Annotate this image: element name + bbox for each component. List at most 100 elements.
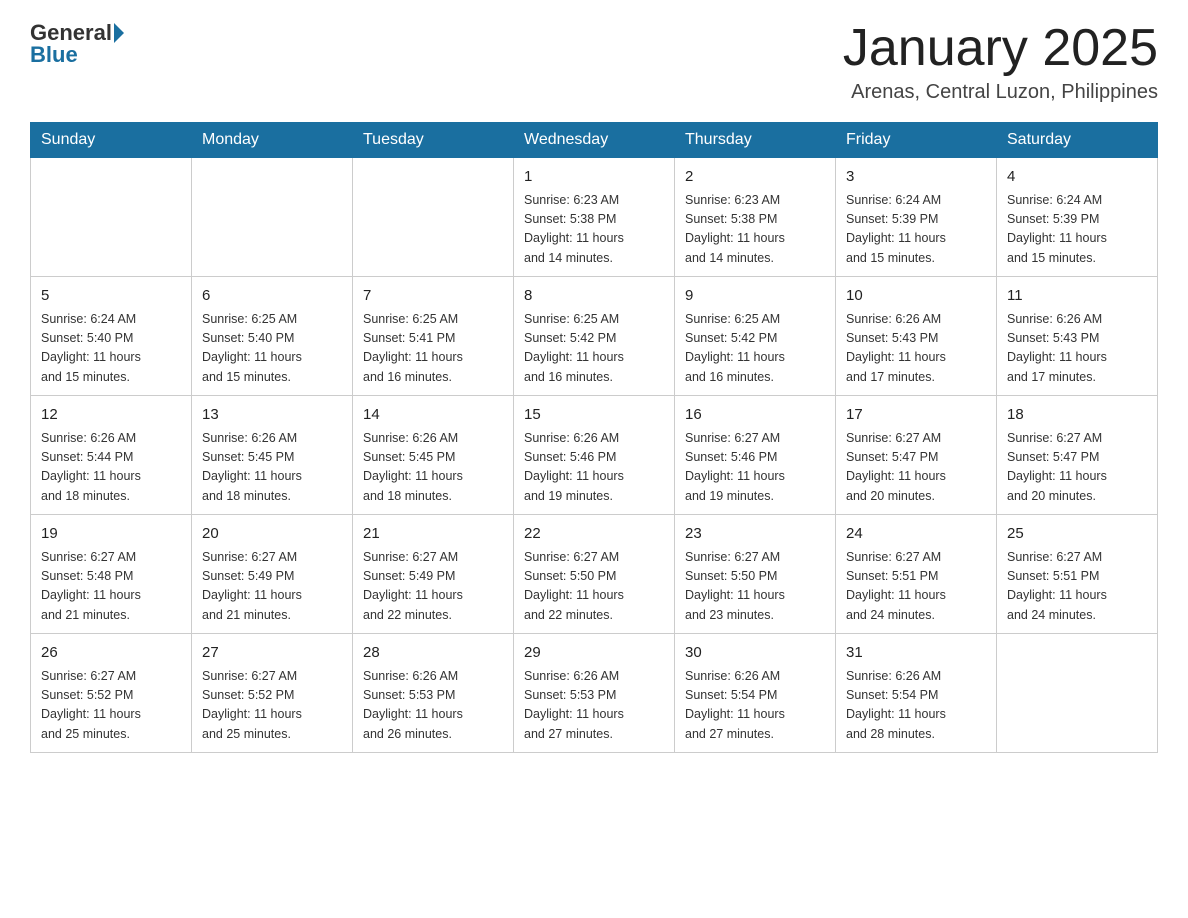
day-number: 16 bbox=[685, 404, 825, 427]
day-info: Sunrise: 6:26 AMSunset: 5:45 PMDaylight:… bbox=[202, 429, 342, 507]
day-number: 14 bbox=[363, 404, 503, 427]
calendar-cell: 15Sunrise: 6:26 AMSunset: 5:46 PMDayligh… bbox=[514, 396, 675, 515]
day-info: Sunrise: 6:27 AMSunset: 5:52 PMDaylight:… bbox=[202, 667, 342, 745]
calendar-cell bbox=[31, 158, 192, 277]
logo-arrow-icon bbox=[114, 23, 124, 43]
day-info: Sunrise: 6:26 AMSunset: 5:54 PMDaylight:… bbox=[846, 667, 986, 745]
calendar-cell bbox=[997, 634, 1158, 753]
calendar-cell: 7Sunrise: 6:25 AMSunset: 5:41 PMDaylight… bbox=[353, 277, 514, 396]
calendar-cell: 12Sunrise: 6:26 AMSunset: 5:44 PMDayligh… bbox=[31, 396, 192, 515]
day-number: 23 bbox=[685, 523, 825, 546]
calendar-cell: 9Sunrise: 6:25 AMSunset: 5:42 PMDaylight… bbox=[675, 277, 836, 396]
day-number: 24 bbox=[846, 523, 986, 546]
day-number: 30 bbox=[685, 642, 825, 665]
day-info: Sunrise: 6:25 AMSunset: 5:41 PMDaylight:… bbox=[363, 310, 503, 388]
day-info: Sunrise: 6:23 AMSunset: 5:38 PMDaylight:… bbox=[524, 191, 664, 269]
day-number: 20 bbox=[202, 523, 342, 546]
calendar-cell: 10Sunrise: 6:26 AMSunset: 5:43 PMDayligh… bbox=[836, 277, 997, 396]
calendar-cell: 1Sunrise: 6:23 AMSunset: 5:38 PMDaylight… bbox=[514, 158, 675, 277]
week-row-4: 19Sunrise: 6:27 AMSunset: 5:48 PMDayligh… bbox=[31, 515, 1158, 634]
day-number: 29 bbox=[524, 642, 664, 665]
day-info: Sunrise: 6:27 AMSunset: 5:49 PMDaylight:… bbox=[202, 548, 342, 626]
day-number: 7 bbox=[363, 285, 503, 308]
day-info: Sunrise: 6:24 AMSunset: 5:40 PMDaylight:… bbox=[41, 310, 181, 388]
location-title: Arenas, Central Luzon, Philippines bbox=[843, 81, 1158, 104]
day-info: Sunrise: 6:26 AMSunset: 5:46 PMDaylight:… bbox=[524, 429, 664, 507]
day-info: Sunrise: 6:27 AMSunset: 5:47 PMDaylight:… bbox=[1007, 429, 1147, 507]
calendar-cell bbox=[192, 158, 353, 277]
day-info: Sunrise: 6:26 AMSunset: 5:53 PMDaylight:… bbox=[363, 667, 503, 745]
day-info: Sunrise: 6:25 AMSunset: 5:42 PMDaylight:… bbox=[685, 310, 825, 388]
day-number: 13 bbox=[202, 404, 342, 427]
day-info: Sunrise: 6:26 AMSunset: 5:53 PMDaylight:… bbox=[524, 667, 664, 745]
weekday-header-thursday: Thursday bbox=[675, 123, 836, 158]
day-number: 15 bbox=[524, 404, 664, 427]
calendar-cell: 18Sunrise: 6:27 AMSunset: 5:47 PMDayligh… bbox=[997, 396, 1158, 515]
day-info: Sunrise: 6:27 AMSunset: 5:50 PMDaylight:… bbox=[524, 548, 664, 626]
calendar-cell: 13Sunrise: 6:26 AMSunset: 5:45 PMDayligh… bbox=[192, 396, 353, 515]
calendar-table: SundayMondayTuesdayWednesdayThursdayFrid… bbox=[30, 122, 1158, 753]
weekday-header-friday: Friday bbox=[836, 123, 997, 158]
day-number: 21 bbox=[363, 523, 503, 546]
weekday-header-saturday: Saturday bbox=[997, 123, 1158, 158]
day-number: 19 bbox=[41, 523, 181, 546]
calendar-cell: 2Sunrise: 6:23 AMSunset: 5:38 PMDaylight… bbox=[675, 158, 836, 277]
calendar-cell: 6Sunrise: 6:25 AMSunset: 5:40 PMDaylight… bbox=[192, 277, 353, 396]
day-number: 8 bbox=[524, 285, 664, 308]
day-info: Sunrise: 6:27 AMSunset: 5:49 PMDaylight:… bbox=[363, 548, 503, 626]
day-number: 2 bbox=[685, 166, 825, 189]
day-info: Sunrise: 6:27 AMSunset: 5:51 PMDaylight:… bbox=[846, 548, 986, 626]
week-row-2: 5Sunrise: 6:24 AMSunset: 5:40 PMDaylight… bbox=[31, 277, 1158, 396]
day-number: 12 bbox=[41, 404, 181, 427]
day-number: 4 bbox=[1007, 166, 1147, 189]
calendar-cell: 23Sunrise: 6:27 AMSunset: 5:50 PMDayligh… bbox=[675, 515, 836, 634]
weekday-header-row: SundayMondayTuesdayWednesdayThursdayFrid… bbox=[31, 123, 1158, 158]
weekday-header-wednesday: Wednesday bbox=[514, 123, 675, 158]
logo-blue-text: Blue bbox=[30, 42, 78, 68]
day-number: 10 bbox=[846, 285, 986, 308]
weekday-header-sunday: Sunday bbox=[31, 123, 192, 158]
calendar-cell: 31Sunrise: 6:26 AMSunset: 5:54 PMDayligh… bbox=[836, 634, 997, 753]
day-info: Sunrise: 6:26 AMSunset: 5:54 PMDaylight:… bbox=[685, 667, 825, 745]
title-block: January 2025 Arenas, Central Luzon, Phil… bbox=[843, 20, 1158, 104]
day-number: 18 bbox=[1007, 404, 1147, 427]
calendar-cell: 4Sunrise: 6:24 AMSunset: 5:39 PMDaylight… bbox=[997, 158, 1158, 277]
page-header: General Blue January 2025 Arenas, Centra… bbox=[30, 20, 1158, 104]
day-number: 3 bbox=[846, 166, 986, 189]
day-info: Sunrise: 6:26 AMSunset: 5:44 PMDaylight:… bbox=[41, 429, 181, 507]
calendar-cell: 20Sunrise: 6:27 AMSunset: 5:49 PMDayligh… bbox=[192, 515, 353, 634]
week-row-5: 26Sunrise: 6:27 AMSunset: 5:52 PMDayligh… bbox=[31, 634, 1158, 753]
day-info: Sunrise: 6:27 AMSunset: 5:46 PMDaylight:… bbox=[685, 429, 825, 507]
day-info: Sunrise: 6:25 AMSunset: 5:42 PMDaylight:… bbox=[524, 310, 664, 388]
calendar-cell: 25Sunrise: 6:27 AMSunset: 5:51 PMDayligh… bbox=[997, 515, 1158, 634]
day-info: Sunrise: 6:27 AMSunset: 5:48 PMDaylight:… bbox=[41, 548, 181, 626]
day-info: Sunrise: 6:25 AMSunset: 5:40 PMDaylight:… bbox=[202, 310, 342, 388]
calendar-cell bbox=[353, 158, 514, 277]
day-number: 1 bbox=[524, 166, 664, 189]
calendar-cell: 19Sunrise: 6:27 AMSunset: 5:48 PMDayligh… bbox=[31, 515, 192, 634]
calendar-cell: 30Sunrise: 6:26 AMSunset: 5:54 PMDayligh… bbox=[675, 634, 836, 753]
week-row-1: 1Sunrise: 6:23 AMSunset: 5:38 PMDaylight… bbox=[31, 158, 1158, 277]
day-info: Sunrise: 6:26 AMSunset: 5:43 PMDaylight:… bbox=[1007, 310, 1147, 388]
day-info: Sunrise: 6:27 AMSunset: 5:47 PMDaylight:… bbox=[846, 429, 986, 507]
calendar-cell: 17Sunrise: 6:27 AMSunset: 5:47 PMDayligh… bbox=[836, 396, 997, 515]
day-number: 31 bbox=[846, 642, 986, 665]
day-number: 5 bbox=[41, 285, 181, 308]
day-info: Sunrise: 6:26 AMSunset: 5:45 PMDaylight:… bbox=[363, 429, 503, 507]
calendar-cell: 14Sunrise: 6:26 AMSunset: 5:45 PMDayligh… bbox=[353, 396, 514, 515]
calendar-cell: 22Sunrise: 6:27 AMSunset: 5:50 PMDayligh… bbox=[514, 515, 675, 634]
calendar-cell: 24Sunrise: 6:27 AMSunset: 5:51 PMDayligh… bbox=[836, 515, 997, 634]
day-number: 6 bbox=[202, 285, 342, 308]
day-info: Sunrise: 6:27 AMSunset: 5:52 PMDaylight:… bbox=[41, 667, 181, 745]
calendar-cell: 16Sunrise: 6:27 AMSunset: 5:46 PMDayligh… bbox=[675, 396, 836, 515]
calendar-cell: 28Sunrise: 6:26 AMSunset: 5:53 PMDayligh… bbox=[353, 634, 514, 753]
week-row-3: 12Sunrise: 6:26 AMSunset: 5:44 PMDayligh… bbox=[31, 396, 1158, 515]
calendar-cell: 26Sunrise: 6:27 AMSunset: 5:52 PMDayligh… bbox=[31, 634, 192, 753]
day-number: 9 bbox=[685, 285, 825, 308]
calendar-cell: 27Sunrise: 6:27 AMSunset: 5:52 PMDayligh… bbox=[192, 634, 353, 753]
weekday-header-tuesday: Tuesday bbox=[353, 123, 514, 158]
day-info: Sunrise: 6:27 AMSunset: 5:50 PMDaylight:… bbox=[685, 548, 825, 626]
calendar-cell: 29Sunrise: 6:26 AMSunset: 5:53 PMDayligh… bbox=[514, 634, 675, 753]
calendar-cell: 3Sunrise: 6:24 AMSunset: 5:39 PMDaylight… bbox=[836, 158, 997, 277]
day-info: Sunrise: 6:24 AMSunset: 5:39 PMDaylight:… bbox=[1007, 191, 1147, 269]
